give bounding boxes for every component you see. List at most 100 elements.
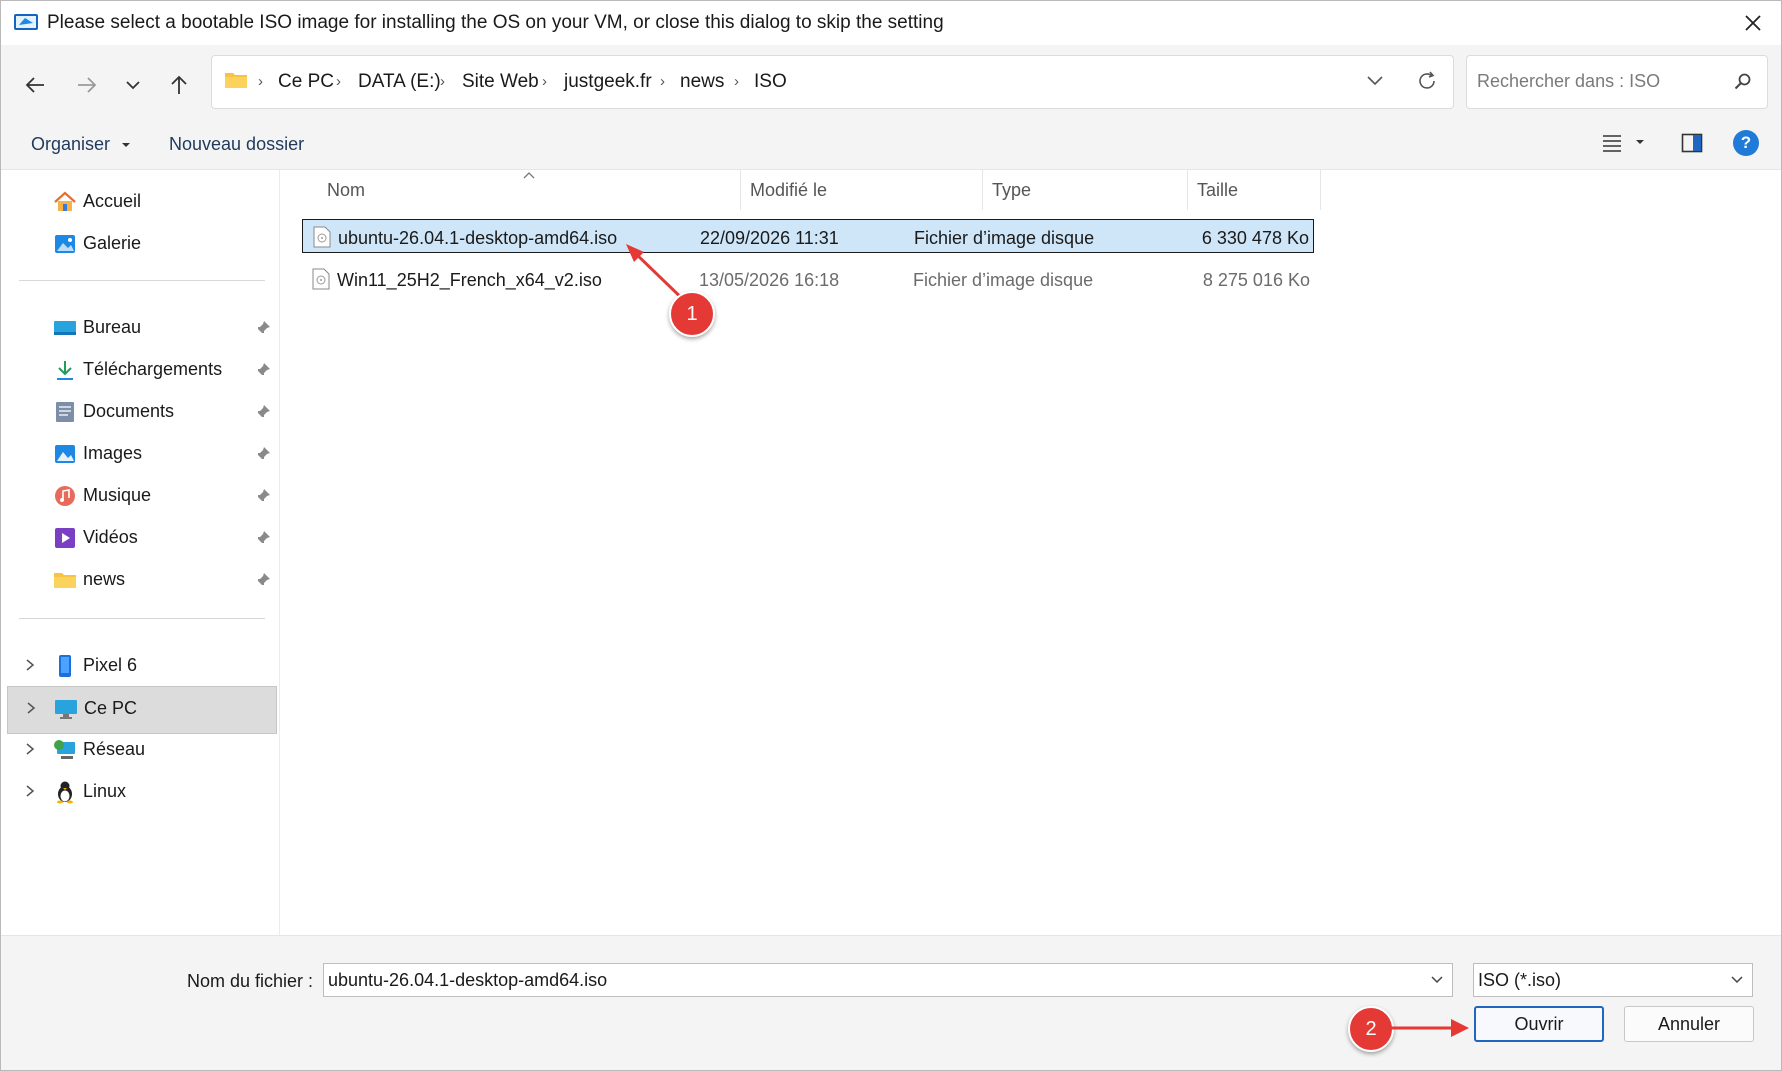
command-bar: Organiser Nouveau dossier ? [1,119,1781,170]
network-icon [54,740,75,759]
sidebar-item-label: news [83,569,126,589]
caret-down-icon [1636,140,1645,144]
search-icon [1734,73,1751,90]
chevron-right-icon[interactable] [23,658,37,672]
open-button[interactable]: Ouvrir [1474,1006,1604,1042]
pin-icon[interactable] [255,362,271,378]
refresh-icon[interactable] [1416,70,1438,92]
title-bar: Please select a bootable ISO image for i… [1,1,1781,45]
search-input[interactable]: Rechercher dans : ISO [1477,71,1660,92]
column-header-type[interactable]: Type [992,180,1031,201]
pin-icon[interactable] [255,320,271,336]
pin-icon[interactable] [255,488,271,504]
pin-icon[interactable] [255,404,271,420]
breadcrumb-ce-pc[interactable]: Ce PC [278,71,334,93]
close-button[interactable] [1725,1,1781,45]
sidebar-item-telechargements[interactable]: Téléchargements [1,348,279,392]
file-modified: 13/05/2026 16:18 [699,270,840,290]
breadcrumb-data-drive[interactable]: DATA (E:) [358,71,441,93]
navigation-pane: Accueil Galerie Bureau Téléchargements D… [1,170,280,935]
chevron-down-icon [126,81,140,90]
breadcrumb-iso[interactable]: ISO [754,71,787,93]
file-name: ubuntu-26.04.1-desktop-amd64.iso [338,228,618,248]
sidebar-item-label: Réseau [83,739,146,759]
sidebar-item-accueil[interactable]: Accueil [1,180,279,224]
chevron-right-icon[interactable] [23,742,37,756]
column-divider[interactable] [740,170,741,210]
gallery-icon [55,235,75,253]
chevron-down-icon [1731,976,1743,984]
sidebar-item-reseau[interactable]: Réseau [1,728,279,772]
column-header-name[interactable]: Nom [327,180,365,201]
window-title: Please select a bootable ISO image for i… [47,12,944,33]
breadcrumb-separator: › [258,73,263,90]
chevron-down-icon[interactable] [1430,975,1444,985]
new-folder-button[interactable]: Nouveau dossier [169,134,304,155]
filename-value: ubuntu-26.04.1-desktop-amd64.iso [328,970,608,990]
sidebar-item-videos[interactable]: Vidéos [1,516,279,560]
dialog-footer: Nom du fichier : ubuntu-26.04.1-desktop-… [1,935,1781,1070]
annotation-badge-2: 2 [1348,1006,1394,1052]
sidebar-item-label: Musique [83,485,152,505]
file-name: Win11_25H2_French_x64_v2.iso [337,270,602,290]
up-button[interactable] [161,67,197,103]
file-type-filter[interactable]: ISO (*.iso) [1473,963,1753,997]
recent-locations-button[interactable] [115,67,151,103]
file-list: Nom Modifié le Type Taille ubuntu-26.04.… [280,170,1781,935]
breadcrumb-site-web[interactable]: Site Web [462,71,539,93]
breadcrumb-justgeek[interactable]: justgeek.fr [564,71,652,93]
sidebar-item-label: Linux [83,781,127,801]
breadcrumb-separator: › [440,73,445,90]
pin-icon[interactable] [255,446,271,462]
column-divider[interactable] [1320,170,1321,210]
preview-pane-icon[interactable] [1681,133,1703,153]
filename-input[interactable]: ubuntu-26.04.1-desktop-amd64.iso [323,963,1453,997]
breadcrumb-separator: › [660,73,665,90]
annotation-arrow-2 [1391,1019,1469,1037]
arrow-up-icon [171,75,187,94]
column-header-size[interactable]: Taille [1197,180,1238,201]
breadcrumb-separator: › [336,73,341,90]
help-button[interactable]: ? [1733,130,1759,156]
view-options-button[interactable] [1601,132,1645,157]
pin-icon[interactable] [255,530,271,546]
sidebar-item-label: Bureau [83,317,142,337]
phone-icon [59,655,71,677]
sidebar-item-bureau[interactable]: Bureau [1,306,279,350]
arrow-right-icon [78,77,97,93]
search-box[interactable]: Rechercher dans : ISO [1466,55,1768,109]
sidebar-item-galerie[interactable]: Galerie [1,222,279,266]
navigation-bar: › Ce PC › DATA (E:) › Site Web › justgee… [1,45,1781,119]
sidebar-item-label: Ce PC [84,698,138,718]
cancel-button[interactable]: Annuler [1624,1006,1754,1042]
sidebar-item-ce-pc[interactable]: Ce PC [7,686,277,734]
sidebar-item-documents[interactable]: Documents [1,390,279,434]
chevron-right-icon[interactable] [23,784,37,798]
column-header-modified[interactable]: Modifié le [750,180,827,201]
column-divider[interactable] [982,170,983,210]
sidebar-item-news[interactable]: news [1,558,279,602]
sidebar-item-pixel-6[interactable]: Pixel 6 [1,644,279,688]
column-divider[interactable] [1187,170,1188,210]
sidebar-item-musique[interactable]: Musique [1,474,279,518]
address-bar[interactable]: › Ce PC › DATA (E:) › Site Web › justgee… [211,55,1454,109]
list-view-icon [1603,135,1621,152]
table-row[interactable]: Win11_25H2_French_x64_v2.iso 13/05/2026 … [302,262,1314,296]
breadcrumb-news[interactable]: news [680,71,724,93]
organize-menu[interactable]: Organiser [31,134,131,155]
desktop-icon [54,321,76,335]
sidebar-item-linux[interactable]: Linux [1,770,279,814]
chevron-right-icon[interactable] [24,701,38,715]
downloads-icon [57,361,73,380]
sidebar-item-label: Vidéos [83,527,138,547]
forward-button[interactable] [69,67,105,103]
music-icon [55,486,75,506]
address-history-dropdown[interactable] [1366,74,1384,88]
table-row[interactable]: ubuntu-26.04.1-desktop-amd64.iso 22/09/2… [302,219,1314,253]
sidebar-item-images[interactable]: Images [1,432,279,476]
back-button[interactable] [17,67,53,103]
pin-icon[interactable] [255,572,271,588]
filename-label: Nom du fichier : [187,971,314,991]
documents-icon [56,402,74,422]
folder-icon [225,73,247,88]
